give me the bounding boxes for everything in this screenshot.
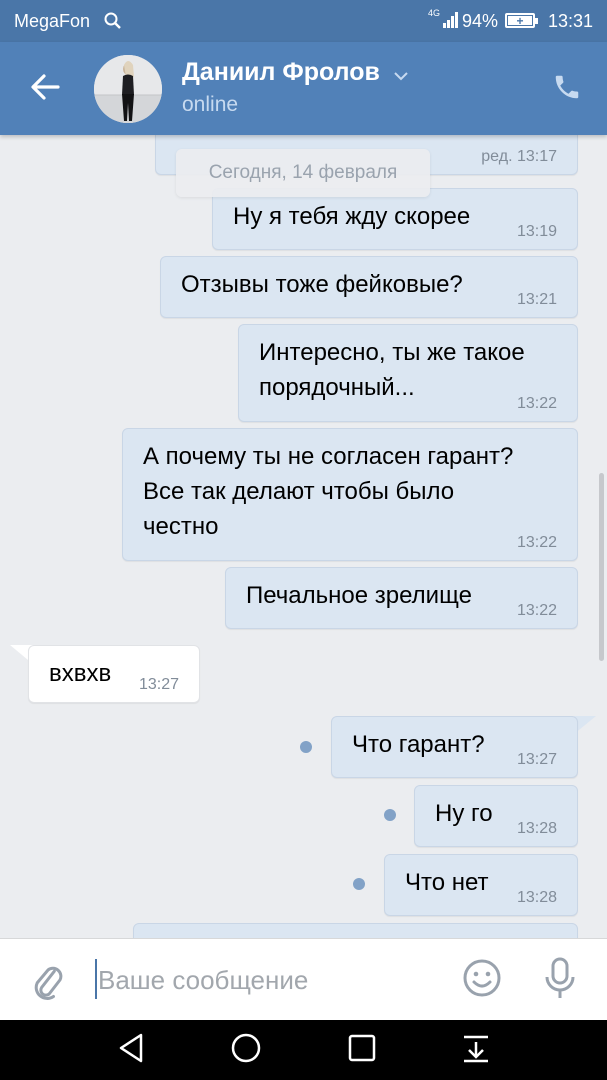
message-text: Ну го: [435, 800, 493, 827]
unread-dot: [353, 878, 365, 890]
contact-name-row[interactable]: Даниил Фролов: [182, 58, 409, 88]
message-bubble-8[interactable]: Ну го 13:28: [414, 785, 578, 847]
microphone-icon[interactable]: [543, 957, 577, 1006]
emoji-icon[interactable]: [462, 958, 502, 1003]
search-icon: [104, 12, 122, 35]
unread-dot: [300, 741, 312, 753]
message-bubble-5[interactable]: Печальное зрелище 13:22: [225, 567, 578, 629]
back-triangle-icon[interactable]: [117, 1032, 145, 1069]
message-bubble-1[interactable]: Ну я тебя жду скорее 13:19: [212, 188, 578, 250]
message-bubble-2[interactable]: Отзывы тоже фейковые? 13:21: [160, 256, 578, 318]
carrier-name: MegaFon: [14, 11, 91, 31]
message-input[interactable]: [98, 958, 428, 1002]
message-time: 13:21: [516, 291, 557, 308]
message-time: 13:28: [516, 889, 557, 906]
status-bar: MegaFon 4G 94% + 13:31: [0, 0, 607, 42]
contact-name: Даниил Фролов: [182, 58, 380, 86]
message-bubble-7[interactable]: Что гарант? 13:27: [331, 716, 578, 778]
chevron-down-icon: [393, 59, 409, 88]
message-text: Интересно, ты же такое порядочный...: [259, 339, 525, 401]
scrollbar[interactable]: [599, 473, 604, 661]
message-text: Ну я тебя жду скорее: [233, 203, 471, 230]
signal-icon: [443, 12, 459, 33]
message-text: Печальное зрелище: [246, 582, 472, 609]
message-time: ред. 13:17: [481, 148, 557, 165]
text-caret: [95, 959, 97, 999]
message-time: 13:19: [516, 223, 557, 240]
avatar[interactable]: [94, 55, 162, 123]
message-bubble-4[interactable]: А почему ты не согласен гарант? Все так …: [122, 428, 578, 561]
message-text: Что нет: [405, 869, 489, 896]
message-bubble-6[interactable]: вхвхв 13:27: [28, 645, 200, 703]
message-composer: [0, 938, 607, 1020]
message-text: вхвхв: [49, 660, 112, 687]
message-time: 13:28: [516, 820, 557, 837]
battery-icon: +: [505, 13, 538, 28]
recents-square-icon[interactable]: [347, 1032, 377, 1069]
message-time: 13:22: [516, 602, 557, 619]
arrow-left-icon[interactable]: [28, 70, 62, 109]
message-text: Что гарант?: [352, 731, 485, 758]
chat-header: Даниил Фролов online: [0, 42, 607, 135]
date-divider: Сегодня, 14 февраля: [176, 149, 430, 197]
network-type: 4G: [428, 8, 441, 18]
phone-icon[interactable]: [552, 72, 582, 107]
message-time: 13:22: [516, 534, 557, 551]
message-text: А почему ты не согласен гарант? Все так …: [143, 443, 514, 540]
home-circle-icon[interactable]: [230, 1032, 262, 1069]
message-bubble-partial-bottom[interactable]: [133, 923, 578, 938]
unread-dot: [384, 809, 396, 821]
message-time: 13:22: [516, 395, 557, 412]
message-time: 13:27: [516, 751, 557, 768]
message-bubble-9[interactable]: Что нет 13:28: [384, 854, 578, 916]
battery-percent: 94%: [462, 11, 499, 31]
message-list[interactable]: ред. 13:17 Ну я тебя жду скорее 13:19 От…: [0, 135, 607, 938]
status-clock: 13:31: [547, 11, 593, 31]
message-bubble-3[interactable]: Интересно, ты же такое порядочный... 13:…: [238, 324, 578, 422]
paperclip-icon[interactable]: [29, 960, 65, 1005]
system-navigation-bar: [0, 1020, 607, 1080]
notification-pull-down-icon[interactable]: [461, 1032, 491, 1069]
battery-fill: +: [508, 15, 532, 27]
message-text: Отзывы тоже фейковые?: [181, 271, 463, 298]
contact-status: online: [182, 93, 239, 116]
message-time: 13:27: [138, 676, 179, 693]
